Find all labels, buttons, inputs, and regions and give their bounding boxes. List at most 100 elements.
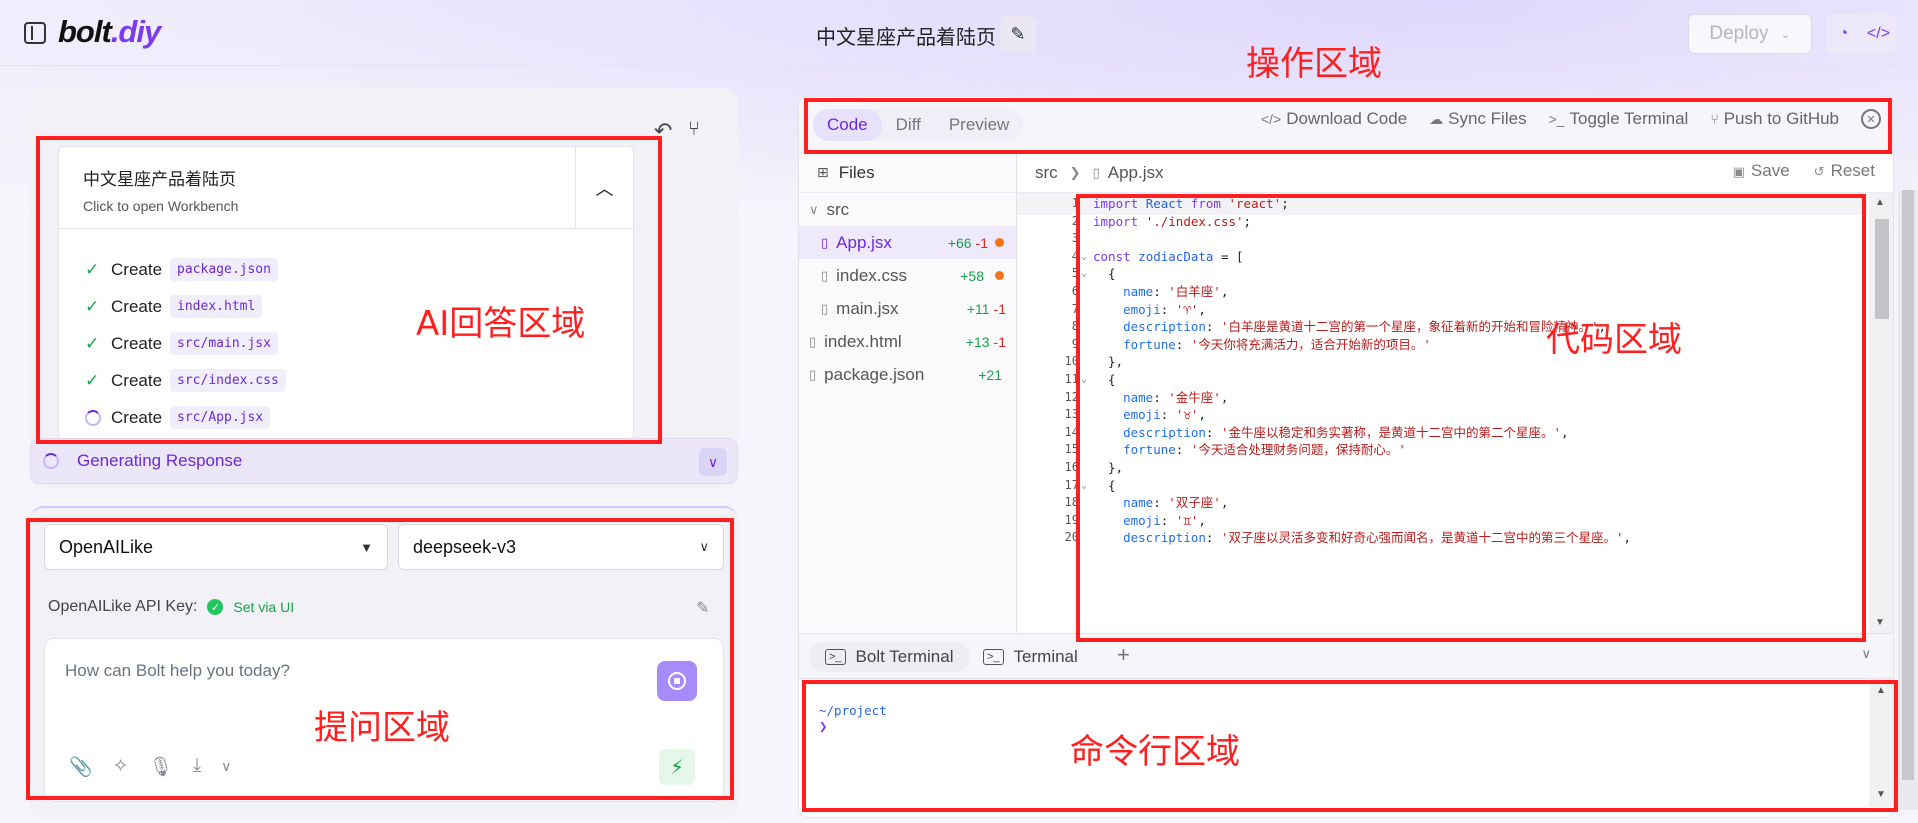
editor-scrollbar[interactable]: ▲ ▼ [1869, 193, 1893, 633]
terminal-path: ~/project [819, 703, 887, 718]
line-number: 20 [1064, 530, 1079, 545]
file-path-chip[interactable]: src/App.jsx [170, 406, 271, 429]
pencil-icon: ✎ [1010, 23, 1026, 44]
tree-file[interactable]: ▯ package.json +21 [799, 358, 1016, 391]
tab-preview[interactable]: Preview [935, 109, 1023, 141]
history-icon: ↺ [1813, 164, 1825, 179]
api-key-row: OpenAILike API Key: ✓ Set via UI [48, 598, 295, 615]
annotation-label-operation: 操作区域 [1246, 44, 1382, 84]
chevron-down-icon: ∨ [809, 201, 819, 217]
sparkle-icon[interactable]: ✧ [113, 755, 129, 779]
deploy-button[interactable]: Deploy ⌄ [1688, 14, 1812, 54]
modified-dot [995, 271, 1004, 280]
code-icon: </> [1260, 111, 1282, 127]
view-tabs: Code Diff Preview [813, 109, 1024, 141]
tree-file[interactable]: ▯ index.css +58 [799, 259, 1016, 292]
app-logo[interactable]: bolt.diy [58, 14, 161, 50]
code-icon[interactable]: </> [1861, 14, 1896, 54]
code-editor[interactable]: ▲ ▼ 1 import React from 'react'; 2 import '… [1017, 193, 1893, 633]
chevron-down-icon[interactable]: ∨ [221, 755, 231, 779]
files-header: ⊞ Files [799, 153, 1016, 193]
chevron-right-icon: ❯ [1069, 164, 1081, 180]
scroll-thumb[interactable] [1875, 219, 1889, 319]
lightning-icon: ⚡ [669, 756, 685, 779]
provider-select[interactable]: OpenAILike ▼ [44, 524, 388, 570]
annotation-label-prompt: 提问区域 [314, 708, 450, 748]
prompt-input[interactable] [65, 661, 625, 681]
chat-icon[interactable]: ◔ [1826, 14, 1861, 54]
edit-title-button[interactable]: ✎ [1000, 16, 1036, 52]
annotation-label-code: 代码区域 [1546, 320, 1682, 360]
check-icon: ✓ [85, 333, 100, 353]
tab-terminal[interactable]: >_ Terminal [967, 642, 1094, 672]
tab-bolt-terminal[interactable]: >_ Bolt Terminal [809, 642, 970, 672]
import-icon[interactable]: ⤓ [193, 755, 201, 779]
terminal-icon: >_ [825, 649, 846, 665]
prompt-toolbar: 📎 ✧ 🎙 ⤓ ∨ [69, 755, 231, 779]
scroll-down-icon[interactable]: ▼ [1876, 789, 1886, 800]
action-item: Create src/App.jsx [85, 399, 633, 436]
tree-file[interactable]: ▯ index.html +13 -1 [799, 325, 1016, 358]
enhance-button[interactable]: ⚡ [659, 749, 695, 785]
scroll-thumb[interactable] [1902, 190, 1914, 780]
files-icon: ⊞ [817, 164, 829, 180]
attach-icon[interactable]: 📎 [69, 755, 93, 779]
tree-folder-src[interactable]: ∨ src [799, 193, 1016, 226]
close-icon[interactable]: ✕ [1861, 109, 1881, 129]
artifact-card[interactable]: 中文星座产品着陆页 Click to open Workbench ︿ ✓ Cr… [58, 146, 634, 440]
stop-button[interactable] [657, 661, 697, 701]
annotation-label-ai-answer: AI回答区域 [416, 304, 586, 344]
git-branch-icon: ⑂ [1710, 111, 1719, 127]
scroll-up-icon[interactable]: ▲ [1876, 685, 1886, 696]
check-circle-icon: ✓ [207, 599, 224, 615]
file-path-chip[interactable]: package.json [170, 258, 278, 281]
tree-file[interactable]: ▯ main.jsx +11 -1 [799, 292, 1016, 325]
check-icon: ✓ [85, 296, 100, 316]
spinner-icon [43, 453, 59, 469]
artifact-header[interactable]: 中文星座产品着陆页 Click to open Workbench ︿ [59, 147, 633, 229]
sync-files-button[interactable]: ☁ Sync Files [1429, 109, 1526, 129]
workbench: Code Diff Preview </> Download Code ☁ Sync… [798, 96, 1894, 818]
terminal-prompt: ❯ [819, 719, 828, 735]
download-code-button[interactable]: </> Download Code [1261, 109, 1407, 129]
edit-api-key-icon[interactable]: ✎ [696, 598, 709, 618]
scroll-up-icon[interactable]: ▲ [1875, 197, 1885, 208]
reset-button[interactable]: ↺ Reset [1814, 161, 1875, 181]
collapse-artifact-button[interactable]: ︿ [575, 147, 633, 228]
fork-icon[interactable]: ⑂ [688, 118, 700, 141]
generating-label: Generating Response [77, 451, 243, 470]
undo-icon[interactable]: ↶ [654, 118, 672, 144]
file-icon: ▯ [809, 366, 817, 382]
tab-diff[interactable]: Diff [882, 109, 935, 141]
artifact-subtitle: Click to open Workbench [83, 198, 239, 214]
terminal-output[interactable]: ~/project ❯ ▲ ▼ [799, 679, 1893, 817]
generating-response-bar[interactable]: Generating Response ∨ [30, 438, 738, 484]
model-select[interactable]: deepseek-v3 ∨ [398, 524, 724, 570]
scroll-down-icon[interactable]: ▼ [1875, 617, 1885, 628]
terminal-scrollbar[interactable]: ▲ ▼ [1869, 679, 1893, 807]
save-button[interactable]: ▣ Save [1733, 161, 1790, 181]
push-to-github-button[interactable]: ⑂ Push to GitHub [1710, 109, 1839, 129]
add-terminal-icon[interactable]: + [1117, 642, 1130, 668]
page-scrollbar[interactable] [1898, 190, 1918, 810]
action-item: ✓ Create package.json [85, 251, 633, 288]
api-key-status: Set via UI [233, 599, 295, 615]
artifact-title: 中文星座产品着陆页 [83, 170, 236, 189]
project-title: 中文星座产品着陆页 [816, 27, 996, 49]
spinner-icon [85, 409, 111, 426]
chevron-down-icon[interactable]: ∨ [1861, 646, 1871, 662]
file-path-chip[interactable]: index.html [170, 295, 263, 318]
stop-icon [668, 672, 686, 690]
workbench-actions: </> Download Code ☁ Sync Files >_ Toggle Te… [1261, 109, 1881, 129]
microphone-icon[interactable]: 🎙 [149, 755, 173, 779]
code-line[interactable]: 20 description: '双子座以灵活多变和好奇心强而闻名，是黄道十二宫… [1017, 527, 1867, 549]
chevron-down-icon: ∨ [699, 539, 709, 554]
file-path-chip[interactable]: src/index.css [170, 369, 286, 392]
toggle-terminal-button[interactable]: >_ Toggle Terminal [1549, 109, 1689, 129]
action-item: ✓ Create src/index.css [85, 362, 633, 399]
sidebar-toggle-icon[interactable] [24, 22, 46, 44]
tree-file[interactable]: ▯ App.jsx +66 -1 [799, 226, 1016, 259]
file-path-chip[interactable]: src/main.jsx [170, 332, 278, 355]
tab-code[interactable]: Code [813, 109, 882, 141]
chevron-down-icon[interactable]: ∨ [699, 448, 727, 476]
